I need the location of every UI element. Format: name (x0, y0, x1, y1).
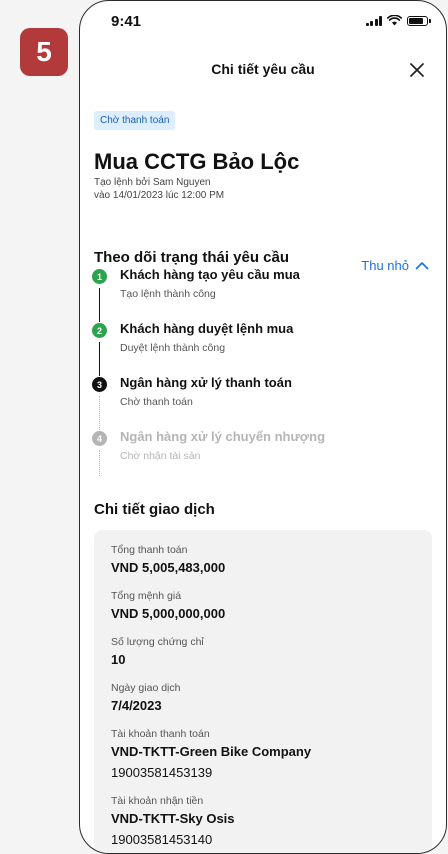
step-indicator: 1 (92, 269, 107, 284)
step-subtitle: Chờ thanh toán (120, 396, 193, 408)
step-title: Khách hàng duyệt lệnh mua (120, 321, 294, 336)
step-subtitle: Tạo lệnh thành công (120, 288, 216, 300)
step-subtitle: Chờ nhận tài sản (120, 450, 201, 462)
field-label: Số lượng chứng chỉ (111, 636, 204, 648)
field-value: 7/4/2023 (111, 698, 162, 713)
status-badge: Chờ thanh toán (94, 111, 176, 130)
field-value: VND 5,005,483,000 (111, 560, 226, 575)
timeline-connector (99, 450, 100, 476)
request-title: Mua CCTG Bảo Lộc (94, 149, 300, 174)
field-label: Tài khoản nhận tiền (111, 795, 204, 807)
collapse-button[interactable]: Thu nhỏ (361, 258, 429, 273)
step-title: Ngân hàng xử lý chuyển nhượng (120, 429, 326, 444)
step-indicator: 4 (92, 431, 107, 446)
field-label: Tổng mệnh giá (111, 590, 182, 602)
status-bar: 9:41 (80, 1, 446, 37)
step-subtitle: Duyệt lệnh thành công (120, 342, 226, 354)
tracking-title: Theo dõi trạng thái yêu cầu (94, 249, 290, 266)
transaction-details-card: Tổng thanh toán VND 5,005,483,000 Tổng m… (94, 530, 432, 853)
wifi-icon (387, 15, 402, 26)
step-number-badge: 5 (20, 28, 68, 76)
field-value: VND 5,000,000,000 (111, 606, 226, 621)
created-at: vào 14/01/2023 lúc 12:00 PM (94, 190, 225, 201)
signal-icon (365, 15, 382, 26)
account-number: 19003581453139 (111, 765, 213, 780)
account-number: 19003581453140 (111, 832, 213, 847)
details-title: Chi tiết giao dịch (94, 501, 215, 518)
field-label: Ngày giao dịch (111, 682, 181, 694)
chevron-up-icon (415, 262, 429, 270)
step-title: Khách hàng tạo yêu cầu mua (120, 267, 300, 282)
status-icons (365, 15, 431, 26)
field-value: VND-TKTT-Green Bike Company (111, 744, 312, 759)
field-label: Tổng thanh toán (111, 544, 188, 556)
timeline-connector (99, 396, 100, 430)
status-time: 9:41 (111, 13, 142, 30)
collapse-label: Thu nhỏ (361, 258, 409, 273)
page-title: Chi tiết yêu cầu (211, 61, 315, 77)
field-label: Tài khoản thanh toán (111, 728, 210, 740)
created-by: Tạo lệnh bởi Sam Nguyen (94, 177, 211, 188)
phone-frame: 9:41 Chi tiết yêu cầu Chờ thanh toán Mua… (79, 0, 447, 854)
battery-icon (407, 15, 431, 26)
timeline-connector (99, 288, 100, 322)
step-indicator: 3 (92, 377, 107, 392)
battery-level (409, 17, 424, 24)
close-icon[interactable] (406, 59, 428, 81)
timeline-connector (99, 342, 100, 376)
nav-bar: Chi tiết yêu cầu (80, 53, 446, 83)
step-indicator: 2 (92, 323, 107, 338)
field-value: VND-TKTT-Sky Osis (111, 811, 235, 826)
step-title: Ngân hàng xử lý thanh toán (120, 375, 292, 390)
field-value: 10 (111, 652, 126, 667)
